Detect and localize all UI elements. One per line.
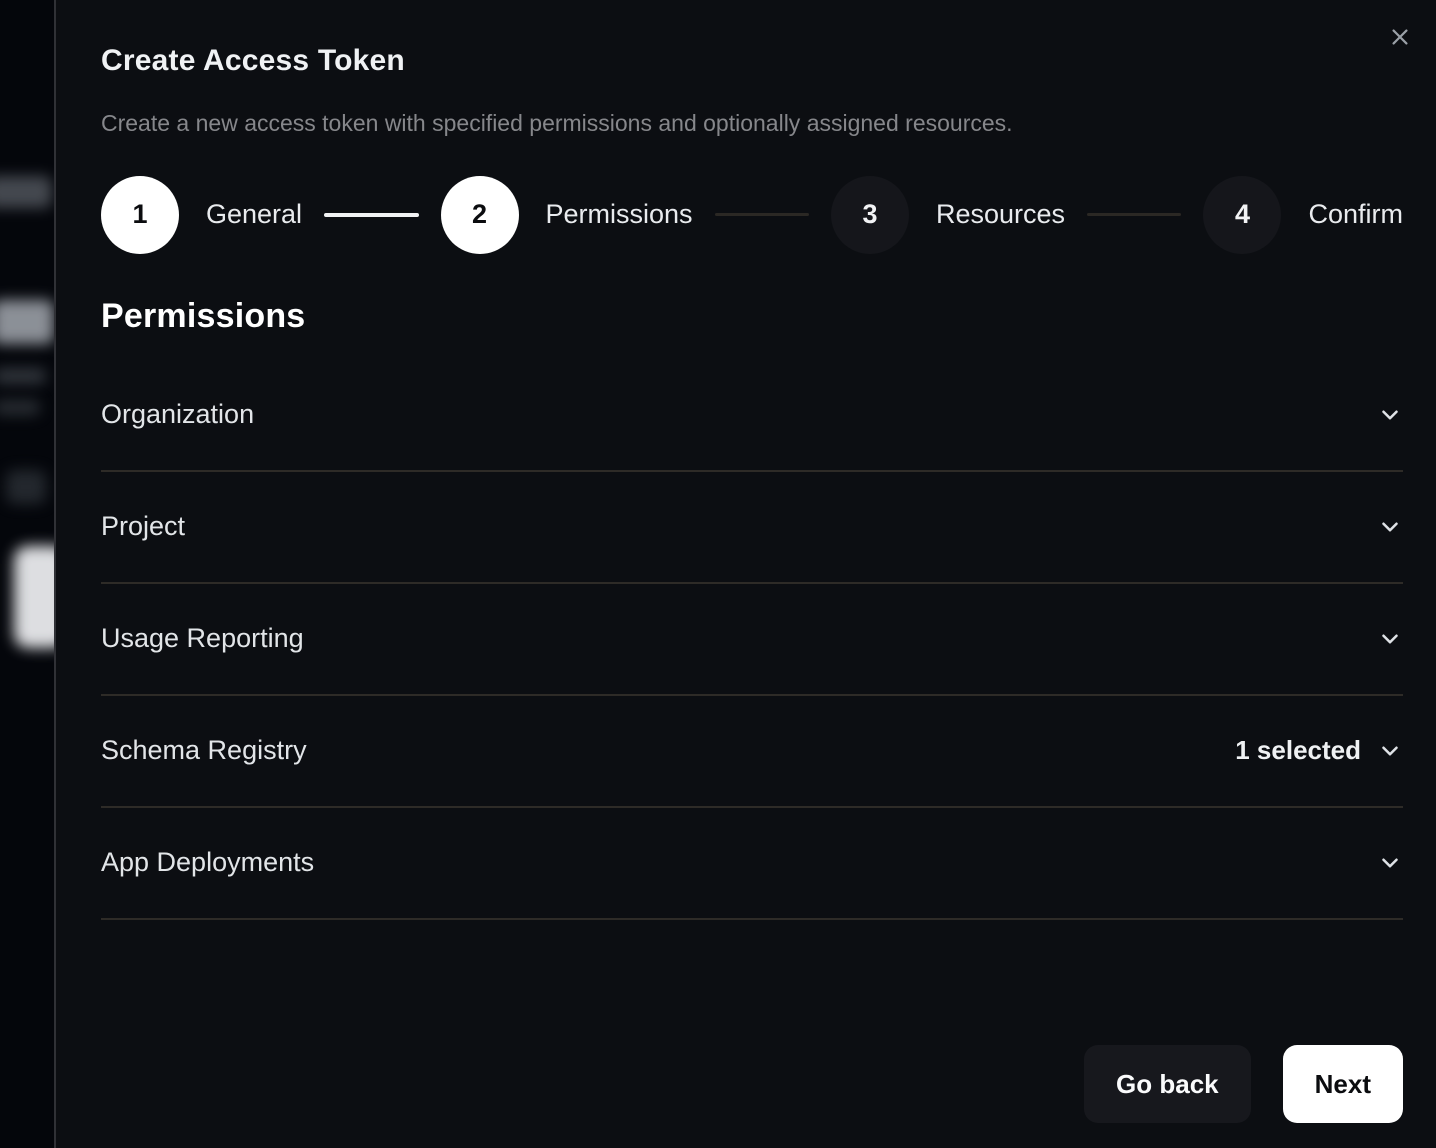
accordion-row-label: Organization — [101, 399, 254, 430]
accordion-row-label: Usage Reporting — [101, 623, 304, 654]
create-access-token-dialog: Create Access Token Create a new access … — [54, 0, 1436, 1148]
page-backdrop — [0, 0, 54, 1148]
dialog-subtitle: Create a new access token with specified… — [101, 110, 1403, 138]
dialog-title: Create Access Token — [101, 44, 1403, 77]
step-number-badge: 4 — [1203, 176, 1281, 254]
close-icon[interactable] — [1385, 22, 1415, 52]
step-label: General — [206, 199, 302, 230]
accordion-row-schema-registry[interactable]: Schema Registry 1 selected — [101, 696, 1403, 808]
step-label: Resources — [936, 199, 1065, 230]
step-label: Permissions — [546, 199, 693, 230]
accordion-row-app-deployments[interactable]: App Deployments — [101, 808, 1403, 920]
step-resources[interactable]: 3 Resources — [831, 176, 1065, 254]
step-confirm[interactable]: 4 Confirm — [1203, 176, 1403, 254]
step-number-badge: 3 — [831, 176, 909, 254]
step-number-badge: 2 — [441, 176, 519, 254]
accordion-row-usage-reporting[interactable]: Usage Reporting — [101, 584, 1403, 696]
wizard-stepper: 1 General 2 Permissions 3 Resources 4 Co… — [101, 176, 1403, 254]
step-connector — [1087, 213, 1181, 216]
selection-count-badge: 1 selected — [1235, 735, 1361, 766]
chevron-down-icon — [1377, 850, 1403, 876]
blurred-text-line — [0, 368, 46, 384]
next-button[interactable]: Next — [1283, 1045, 1403, 1123]
permissions-heading: Permissions — [101, 297, 1403, 336]
dialog-footer: Go back Next — [1084, 1045, 1403, 1123]
step-label: Confirm — [1308, 199, 1403, 230]
accordion-row-label: Project — [101, 511, 185, 542]
step-connector — [715, 213, 809, 216]
chevron-down-icon — [1377, 626, 1403, 652]
accordion-row-organization[interactable]: Organization — [101, 360, 1403, 472]
chevron-down-icon — [1377, 738, 1403, 764]
blurred-menu-item — [0, 176, 52, 208]
step-general[interactable]: 1 General — [101, 176, 302, 254]
accordion-row-label: App Deployments — [101, 847, 314, 878]
permissions-accordion: Organization Project Usage Reporting — [101, 360, 1403, 920]
blurred-folder-icon — [0, 300, 54, 344]
go-back-button[interactable]: Go back — [1084, 1045, 1251, 1123]
accordion-row-project[interactable]: Project — [101, 472, 1403, 584]
chevron-down-icon — [1377, 514, 1403, 540]
step-connector — [324, 213, 418, 217]
blurred-text-line — [0, 400, 40, 415]
step-number-badge: 1 — [101, 176, 179, 254]
blurred-icon — [6, 470, 46, 504]
step-permissions[interactable]: 2 Permissions — [441, 176, 693, 254]
chevron-down-icon — [1377, 402, 1403, 428]
blurred-card — [14, 546, 54, 648]
accordion-row-label: Schema Registry — [101, 735, 307, 766]
